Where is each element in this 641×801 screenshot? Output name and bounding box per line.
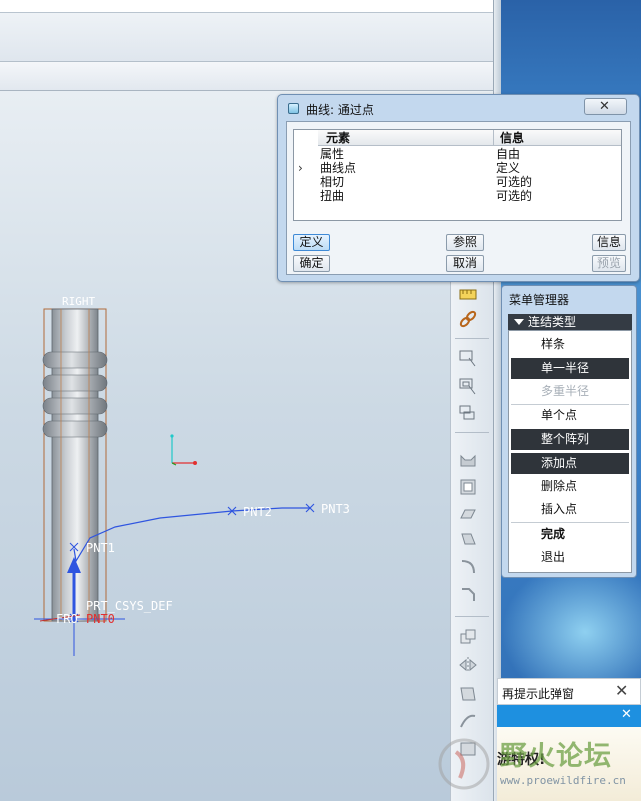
promo-text: 游特权! [497, 752, 546, 768]
copy-icon[interactable] [457, 626, 479, 648]
ok-button[interactable]: 确定 [293, 255, 330, 272]
table-row[interactable]: › 曲线点 定义 [294, 161, 621, 175]
chain-link-icon[interactable] [457, 308, 479, 330]
ruler-icon[interactable] [457, 284, 479, 306]
cancel-button[interactable]: 取消 [446, 255, 484, 272]
chevron-down-icon [514, 319, 524, 325]
preview-button[interactable]: 预览 [592, 255, 626, 272]
extend-icon[interactable] [457, 710, 479, 732]
datum-curve3-icon[interactable] [457, 402, 479, 424]
trim-icon[interactable] [457, 682, 479, 704]
popup-notice: 再提示此弹窗 ✕ [497, 678, 641, 705]
menu-item-whole-array[interactable]: 整个阵列 [511, 429, 629, 450]
element-name: 属性 [320, 147, 345, 161]
menu-manager-title: 菜单管理器 [509, 293, 570, 307]
menu-manager: 菜单管理器 连结类型 样条 单一半径 多重半径 单个点 整个阵列 添加点 删除点… [501, 285, 637, 578]
menu-section-header[interactable]: 连结类型 [508, 314, 632, 330]
offset-icon[interactable] [457, 476, 479, 498]
popup-notice-text[interactable]: 再提示此弹窗 [502, 685, 574, 702]
menu-item-insert-point[interactable]: 插入点 [511, 499, 629, 520]
close-icon: ✕ [599, 99, 610, 114]
info-button[interactable]: 信息 [592, 234, 626, 251]
element-name: 扭曲 [320, 189, 345, 203]
csys-triad-icon [170, 434, 197, 466]
draft-icon[interactable] [457, 528, 479, 550]
point-label-pnt2: PNT2 [243, 505, 272, 519]
menu-section-label: 连结类型 [528, 315, 577, 329]
ring-feature[interactable] [42, 397, 108, 415]
close-icon[interactable]: ✕ [621, 707, 632, 722]
datum-curve-icon[interactable] [457, 346, 479, 368]
mirror-icon[interactable] [457, 654, 479, 676]
menu-item-single-radius[interactable]: 单一半径 [511, 358, 629, 379]
element-info: 可选的 [496, 175, 533, 189]
chamfer-icon[interactable] [457, 584, 479, 606]
shell-icon[interactable] [457, 502, 479, 524]
ribbon-area [0, 13, 493, 62]
menu-item-list: 样条 单一半径 多重半径 单个点 整个阵列 添加点 删除点 插入点 完成 退出 [508, 330, 632, 573]
ribbon-top-strip [0, 0, 493, 13]
menu-item-done[interactable]: 完成 [511, 524, 629, 545]
dialog-close-button[interactable]: ✕ [584, 98, 627, 115]
column-header-info: 信息 [494, 130, 621, 146]
element-name: 相切 [320, 175, 345, 189]
reference-button[interactable]: 参照 [446, 234, 484, 251]
point-label-pnt1: PNT1 [86, 541, 115, 555]
promo-popup-body[interactable]: 游特权! [497, 727, 641, 801]
fill-icon[interactable] [457, 738, 479, 760]
dialog-body: 元素 信息 属性 自由 › 曲线点 定义 相切 可选的 扭曲 可选的 定义 参照… [286, 121, 631, 275]
menu-item-single-point[interactable]: 单个点 [511, 405, 629, 426]
table-row[interactable]: 属性 自由 [294, 147, 621, 161]
ring-feature[interactable] [42, 374, 108, 392]
dialog-titlebar[interactable]: 曲线: 通过点 ✕ [278, 95, 639, 121]
ring-feature[interactable] [42, 420, 108, 438]
table-row[interactable]: 扭曲 可选的 [294, 189, 621, 203]
curve-dialog: 曲线: 通过点 ✕ 元素 信息 属性 自由 › 曲线点 定义 相切 可选的 扭曲… [277, 94, 640, 282]
column-header-element: 元素 [318, 130, 494, 146]
dialog-window-icon [288, 103, 299, 114]
element-name: 曲线点 [320, 161, 357, 175]
point-label-pnt0: PNT0 [86, 612, 115, 626]
menu-item-quit[interactable]: 退出 [511, 547, 629, 568]
filter-toolbar: 智能 [0, 62, 493, 149]
menu-item-delete-point[interactable]: 删除点 [511, 476, 629, 497]
blend-icon[interactable] [457, 450, 479, 472]
close-icon[interactable]: ✕ [615, 681, 628, 700]
ring-feature[interactable] [42, 351, 108, 369]
csys-label: PRT_CSYS_DEF [86, 599, 173, 613]
element-table: 元素 信息 属性 自由 › 曲线点 定义 相切 可选的 扭曲 可选的 [293, 129, 622, 221]
feature-toolbar [450, 280, 494, 801]
promo-popup-titlebar: ✕ [497, 705, 641, 727]
round-icon[interactable] [457, 556, 479, 578]
element-info: 自由 [496, 147, 521, 161]
menu-item-multiple-radius: 多重半径 [541, 384, 590, 398]
element-info: 可选的 [496, 189, 533, 203]
table-row[interactable]: 相切 可选的 [294, 175, 621, 189]
front-plane-label: FRO [56, 612, 78, 626]
point-label-pnt3: PNT3 [321, 502, 350, 516]
promo-popup: ✕ 游特权! [497, 705, 641, 801]
dialog-title: 曲线: 通过点 [306, 103, 374, 117]
element-info: 定义 [496, 161, 521, 175]
menu-item-add-point[interactable]: 添加点 [511, 453, 629, 474]
menu-item-spline[interactable]: 样条 [511, 334, 629, 355]
datum-curve2-icon[interactable] [457, 374, 479, 396]
datum-plane-label: RIGHT [62, 295, 95, 308]
row-marker: › [298, 161, 303, 175]
define-button[interactable]: 定义 [293, 234, 330, 251]
app-window: 智能 RIGHT [0, 0, 641, 801]
